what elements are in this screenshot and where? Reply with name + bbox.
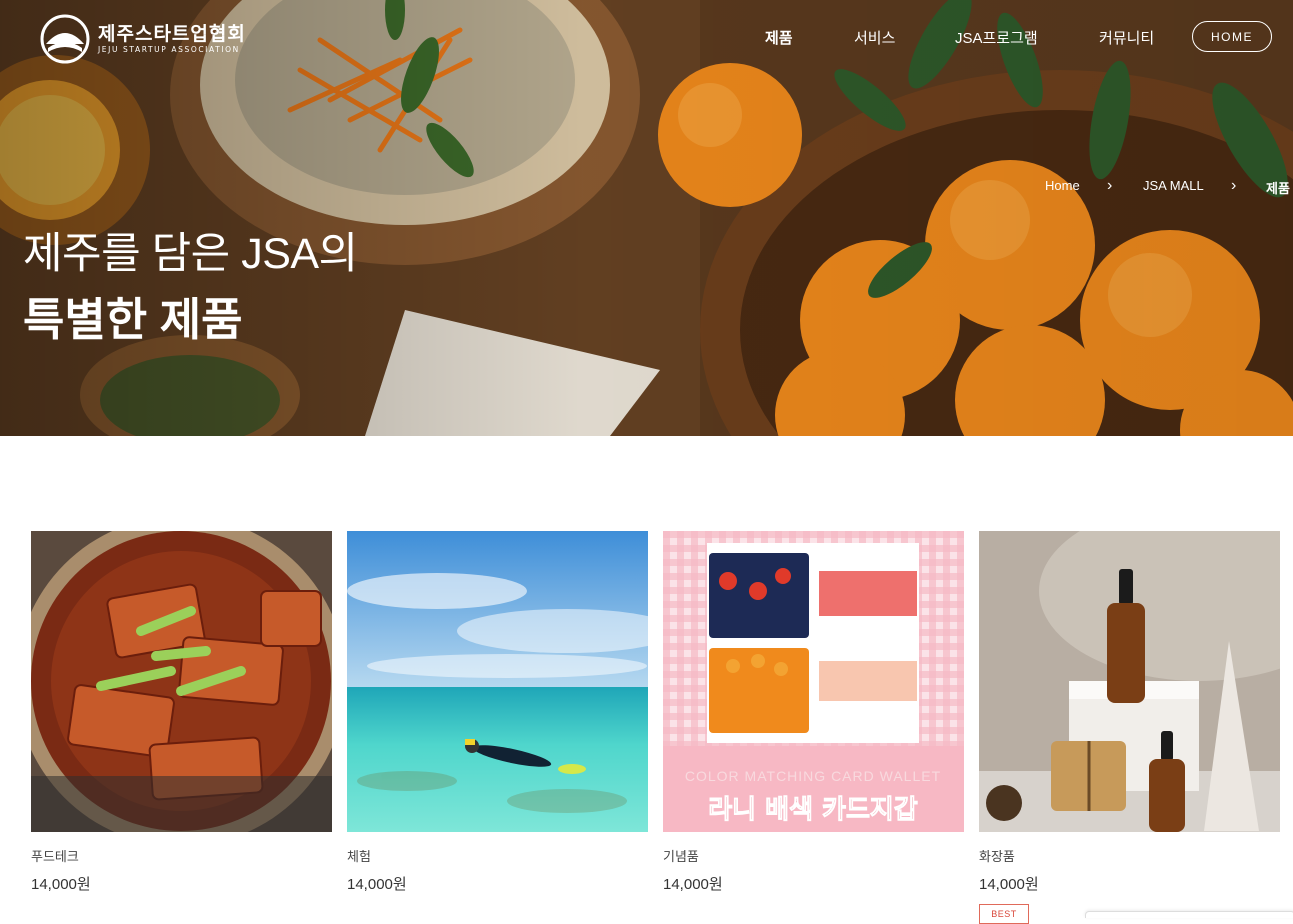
home-button[interactable]: HOME — [1192, 21, 1272, 52]
nav-item-products[interactable]: 제품 — [765, 27, 793, 48]
logo-name-en: JEJU STARTUP ASSOCIATION — [98, 45, 240, 54]
product-price: 14,000원 — [663, 876, 723, 893]
wallet-image-caption-en: COLOR MATCHING CARD WALLET — [685, 768, 941, 784]
product-category: 푸드테크 — [31, 849, 79, 864]
product-category: 기념품 — [663, 849, 699, 864]
product-image-snorkel[interactable] — [347, 531, 648, 832]
product-category: 체험 — [347, 849, 371, 864]
best-badge: BEST — [979, 904, 1029, 924]
product-image-card-wallet[interactable]: COLOR MATCHING CARD WALLET 라니 배색 카드지갑 — [663, 531, 964, 832]
chevron-right-icon: › — [1231, 177, 1237, 194]
chevron-right-icon: › — [1107, 177, 1113, 194]
site-logo[interactable]: 제주스타트업협회 JEJU STARTUP ASSOCIATION — [40, 14, 246, 64]
product-price: 14,000원 — [347, 876, 407, 893]
breadcrumb-home[interactable]: Home — [1045, 178, 1080, 193]
product-price: 14,000원 — [31, 876, 91, 893]
product-card[interactable]: 체험 14,000원 — [347, 531, 648, 893]
breadcrumb-current: 제품 — [1266, 181, 1290, 196]
product-image-stew[interactable] — [31, 531, 332, 832]
wallet-image-caption-ko: 라니 배색 카드지갑 — [708, 795, 918, 825]
product-category: 화장품 — [979, 849, 1015, 864]
product-image-cosmetics[interactable] — [979, 531, 1280, 832]
product-price: 14,000원 — [979, 876, 1039, 893]
nav-item-services[interactable]: 서비스 — [854, 27, 895, 48]
hero-overlay — [0, 0, 1293, 436]
hero-banner: 제주스타트업협회 JEJU STARTUP ASSOCIATION 제품 서비스… — [0, 0, 1293, 436]
logo-name-ko: 제주스타트업협회 — [98, 23, 246, 45]
hero-title-line2: 특별한 제품 — [23, 294, 243, 345]
product-card[interactable]: 푸드테크 14,000원 — [31, 531, 332, 893]
breadcrumb-jsa-mall[interactable]: JSA MALL — [1143, 178, 1204, 193]
nav-item-jsa-program[interactable]: JSA프로그램 — [955, 27, 1038, 48]
product-card[interactable]: COLOR MATCHING CARD WALLET 라니 배색 카드지갑 기념… — [663, 531, 964, 893]
logo-icon — [40, 14, 90, 64]
nav-item-community[interactable]: 커뮤니티 — [1099, 27, 1154, 48]
hero-title-line1: 제주를 담은 JSA의 — [23, 230, 358, 278]
product-card[interactable]: 화장품 14,000원 BEST — [979, 531, 1280, 924]
